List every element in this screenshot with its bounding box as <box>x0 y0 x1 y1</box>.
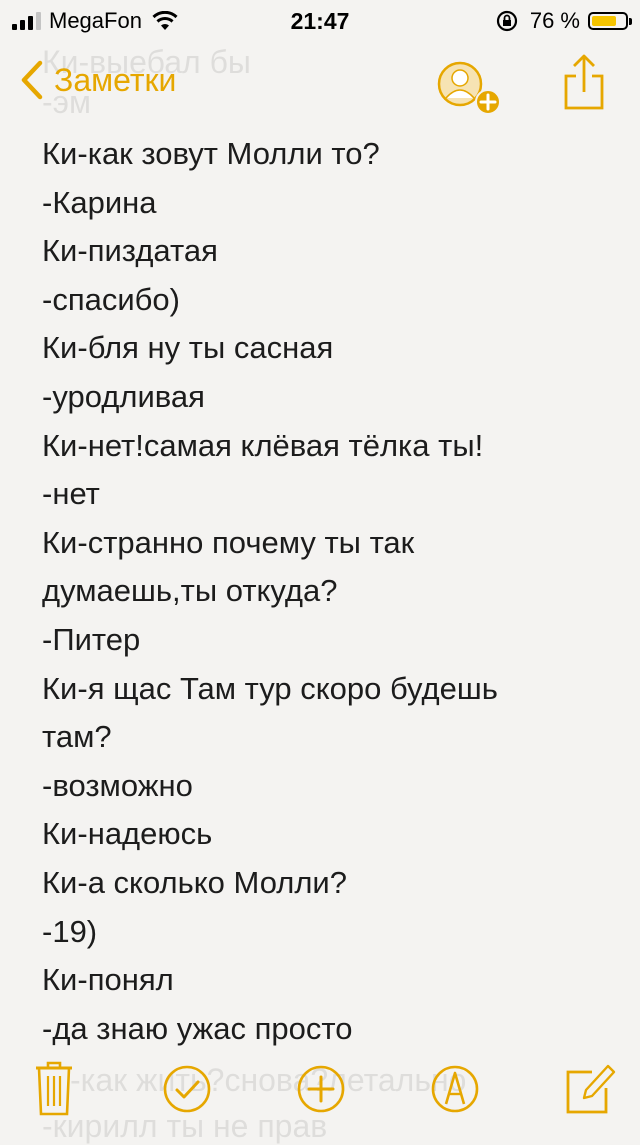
trash-icon <box>36 1061 72 1116</box>
markup-icon <box>431 1065 479 1113</box>
note-line: -спасибо) <box>42 281 180 317</box>
status-right: 76 % <box>496 8 632 34</box>
note-line: Ки-а сколько Молли? <box>42 864 347 900</box>
compose-button[interactable] <box>564 1060 616 1121</box>
note-line: думаешь,ты откуда? <box>42 573 338 609</box>
note-line: Ки-как зовут Молли то? <box>42 136 380 171</box>
add-person-icon <box>437 61 501 115</box>
note-line: Ки-я щас Там тур скоро будешь <box>42 670 498 706</box>
note-line: -нет <box>42 476 100 512</box>
bottom-toolbar <box>0 1060 640 1130</box>
back-label: Заметки <box>54 61 177 98</box>
markup-button[interactable] <box>430 1064 480 1119</box>
note-line: там? <box>42 719 112 755</box>
note-line: -Карина <box>42 184 157 220</box>
note-line: Ки-надеюсь <box>42 816 213 852</box>
note-line: -19) <box>42 913 98 949</box>
note-line: -возможно <box>42 767 193 803</box>
note-line: -да знаю ужас просто <box>42 1010 353 1046</box>
battery-icon <box>588 12 632 30</box>
checklist-icon <box>163 1065 211 1113</box>
checklist-button[interactable] <box>162 1064 212 1119</box>
battery-level <box>592 16 617 26</box>
note-line: Ки-пиздатая <box>42 233 218 269</box>
note-line: Ки-бля ну ты сасная <box>42 330 334 366</box>
share-button[interactable] <box>560 54 608 115</box>
note-line: Ки-странно почему ты так <box>42 524 415 560</box>
note-line: Ки-нет!самая клёвая тёлка ты! <box>42 427 484 463</box>
rotation-lock-icon <box>496 10 517 32</box>
note-line: -уродливая <box>42 378 205 414</box>
back-button[interactable]: Заметки <box>20 60 176 100</box>
battery-percent: 76 % <box>529 8 580 33</box>
share-icon <box>564 54 604 110</box>
add-button[interactable] <box>296 1064 346 1119</box>
note-body[interactable]: Ки-как зовут Молли то? -Карина Ки-пиздатая… <box>42 130 622 1053</box>
compose-icon <box>566 1064 616 1114</box>
delete-button[interactable] <box>34 1060 74 1123</box>
chevron-left-icon <box>21 60 43 100</box>
status-bar: MegaFon 21:47 76 % <box>0 0 640 40</box>
note-line: Ки-понял <box>42 962 174 998</box>
note-line: -Питер <box>42 621 141 657</box>
nav-bar: Заметки <box>0 48 640 128</box>
add-icon <box>297 1065 345 1113</box>
add-person-button[interactable] <box>436 58 508 125</box>
